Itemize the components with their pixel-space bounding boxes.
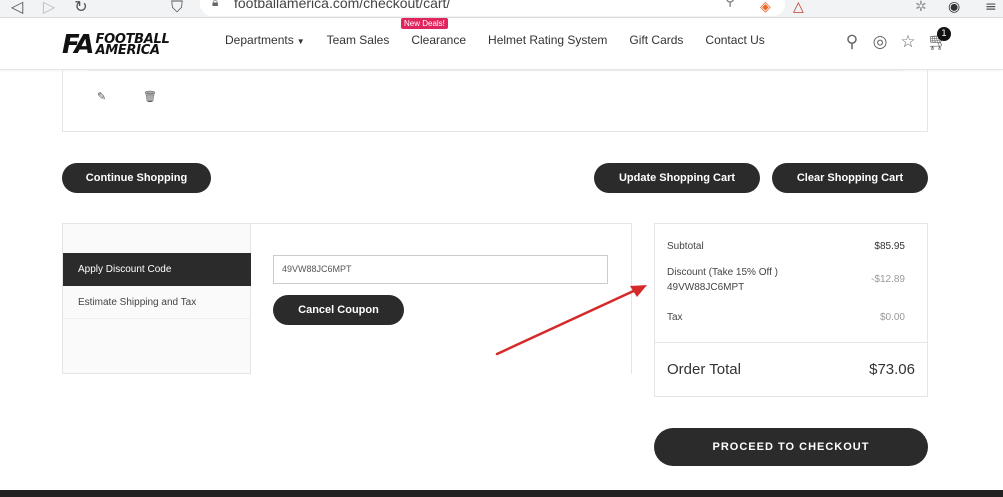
- proceed-to-checkout-button[interactable]: PROCEED TO CHECKOUT: [654, 428, 928, 466]
- header-icons: ⚲ ◎ ☆ 🛒︎ 1: [833, 27, 951, 52]
- nav-clearance[interactable]: Clearance: [411, 33, 466, 47]
- logo-line-2: AMERICA: [95, 43, 161, 58]
- discount-label: Discount (Take 15% Off ): [667, 267, 778, 278]
- nav-team-sales[interactable]: Team Sales: [327, 33, 390, 47]
- update-cart-button[interactable]: Update Shopping Cart: [594, 163, 760, 193]
- discount-code-label: 49VW88JC6MPT: [667, 282, 745, 293]
- cart-item-box: ✎ 🗑︎: [62, 70, 928, 132]
- caret-down-icon: ▼: [296, 37, 305, 46]
- annotation-arrow-icon: [495, 285, 647, 356]
- subtotal-label: Subtotal: [667, 241, 704, 252]
- discount-tabs: Apply Discount Code Estimate Shipping an…: [62, 224, 251, 374]
- address-bar[interactable]: 🔒︎ footballamerica.com/checkout/cart/ ⚲: [200, 0, 785, 16]
- new-deals-badge: New Deals!: [401, 18, 448, 29]
- cart-icon[interactable]: 🛒︎ 1: [927, 27, 951, 52]
- discount-value: -$12.89: [871, 274, 905, 285]
- arrow-shaft: [495, 286, 642, 356]
- lock-icon: 🔒︎: [212, 0, 219, 9]
- nav-contact-us[interactable]: Contact Us: [705, 33, 764, 47]
- tab-estimate-shipping[interactable]: Estimate Shipping and Tax: [63, 286, 251, 319]
- zoom-icon[interactable]: ⚲: [725, 0, 735, 10]
- footer-bar: [0, 490, 1003, 497]
- browser-toolbar: ◁ ▷ ↻ ⛉ 🔒︎ footballamerica.com/checkout/…: [0, 0, 1003, 18]
- profile-extension-icon[interactable]: ◉: [948, 0, 960, 16]
- site-logo[interactable]: FA FOOTBALL AMERICA: [62, 32, 170, 58]
- order-total-value: $73.06: [869, 361, 915, 378]
- bookmark-icon[interactable]: ⛉: [168, 0, 186, 16]
- cart-count-badge: 1: [937, 27, 951, 41]
- nav-departments-label: Departments: [225, 33, 294, 47]
- item-divider: [87, 70, 903, 71]
- tax-value: $0.00: [879, 312, 905, 323]
- site-header: FA FOOTBALL AMERICA New Deals! Departmen…: [0, 18, 1003, 70]
- main-nav: Departments ▼ Team Sales Clearance Helmet…: [225, 33, 787, 47]
- cancel-coupon-button[interactable]: Cancel Coupon: [273, 295, 404, 325]
- tax-label: Tax: [667, 312, 683, 323]
- nav-helmet-rating[interactable]: Helmet Rating System: [488, 33, 607, 47]
- search-icon[interactable]: ⚲: [843, 32, 861, 52]
- clear-cart-button[interactable]: Clear Shopping Cart: [772, 163, 928, 193]
- tab-apply-discount[interactable]: Apply Discount Code: [63, 253, 251, 286]
- nav-gift-cards[interactable]: Gift Cards: [629, 33, 683, 47]
- reload-icon[interactable]: ↻: [72, 0, 90, 16]
- order-summary: Subtotal $85.95 Discount (Take 15% Off )…: [654, 223, 928, 397]
- continue-shopping-button[interactable]: Continue Shopping: [62, 163, 211, 193]
- account-icon[interactable]: ◎: [871, 32, 889, 52]
- order-total-label: Order Total: [667, 361, 741, 378]
- back-arrow-icon[interactable]: ◁: [8, 0, 26, 16]
- url-text: footballamerica.com/checkout/cart/: [234, 0, 451, 11]
- pencil-icon[interactable]: ✎: [97, 90, 106, 103]
- logo-mark: FA: [62, 30, 95, 60]
- rewards-triangle-icon[interactable]: △: [793, 0, 804, 16]
- discount-code-input[interactable]: 49VW88JC6MPT: [273, 255, 608, 284]
- brave-shield-icon[interactable]: ◈: [760, 0, 771, 16]
- nav-departments[interactable]: Departments ▼: [225, 33, 305, 47]
- forward-arrow-icon[interactable]: ▷: [40, 0, 58, 16]
- subtotal-value: $85.95: [874, 241, 905, 252]
- menu-icon[interactable]: ≡: [985, 0, 997, 16]
- extension-puzzle-icon[interactable]: ✲: [915, 0, 927, 16]
- wishlist-star-icon[interactable]: ☆: [899, 32, 917, 52]
- trash-icon[interactable]: 🗑︎: [143, 90, 157, 103]
- summary-divider: [655, 342, 927, 343]
